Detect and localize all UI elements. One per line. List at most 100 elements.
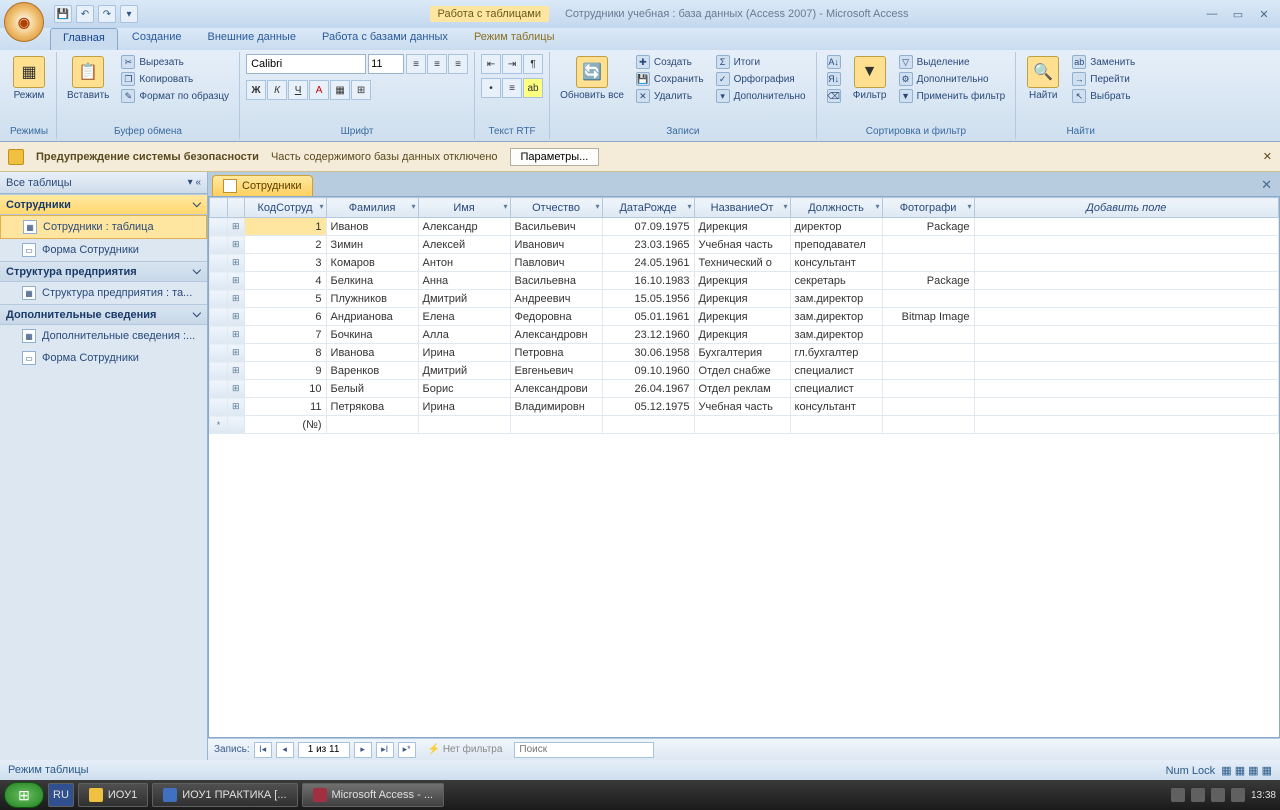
cell-empty[interactable] — [974, 380, 1278, 398]
table-row[interactable]: ⊞1ИвановАлександрВасильевич07.09.1975Дир… — [210, 218, 1279, 236]
expand-button[interactable]: ⊞ — [228, 236, 245, 254]
dropdown-icon[interactable]: ▾ — [688, 202, 692, 211]
cell-id[interactable]: 5 — [244, 290, 326, 308]
cell-birth[interactable]: 23.12.1960 — [602, 326, 694, 344]
ltr-button[interactable]: ¶ — [523, 54, 543, 74]
taskbar-item-word[interactable]: ИОУ1 ПРАКТИКА [... — [152, 783, 297, 807]
table-row[interactable]: ⊞9ВаренковДмитрийЕвгеньевич09.10.1960Отд… — [210, 362, 1279, 380]
cell-patronymic[interactable]: Александрови — [510, 380, 602, 398]
filter-button[interactable]: ▼ Фильтр — [849, 54, 891, 103]
cell-photo[interactable] — [882, 290, 974, 308]
cell-position[interactable]: специалист — [790, 380, 882, 398]
expand-button[interactable]: ⊞ — [228, 344, 245, 362]
cell-birth[interactable]: 26.04.1967 — [602, 380, 694, 398]
datasheet-grid[interactable]: КодСотруд▾ Фамилия▾ Имя▾ Отчество▾ ДатаР… — [208, 196, 1280, 738]
highlight-button[interactable]: ab — [523, 78, 543, 98]
new-row[interactable]: *(№) — [210, 416, 1279, 434]
save-record-button[interactable]: 💾Сохранить — [632, 71, 708, 87]
nav-item-employees-table[interactable]: ▦Сотрудники : таблица — [0, 215, 207, 239]
cell-position[interactable]: зам.директор — [790, 308, 882, 326]
sort-desc-button[interactable]: Я↓ — [823, 71, 845, 87]
record-position-input[interactable] — [298, 742, 350, 758]
cell-empty[interactable] — [974, 254, 1278, 272]
search-input[interactable] — [514, 742, 654, 758]
last-record-button[interactable]: ▸I — [376, 742, 394, 758]
cell-position[interactable]: зам.директор — [790, 326, 882, 344]
cell-dept[interactable]: Учебная часть — [694, 236, 790, 254]
col-surname[interactable]: Фамилия▾ — [326, 198, 418, 218]
cell-id[interactable]: 2 — [244, 236, 326, 254]
cell-empty[interactable] — [974, 272, 1278, 290]
cell-id[interactable]: 4 — [244, 272, 326, 290]
minimize-button[interactable]: — — [1200, 6, 1224, 22]
cell-patronymic[interactable]: Александровн — [510, 326, 602, 344]
copy-button[interactable]: ❐Копировать — [117, 71, 233, 87]
cell-name[interactable]: Дмитрий — [418, 362, 510, 380]
cell-dept[interactable]: Технический о — [694, 254, 790, 272]
align-left-button[interactable]: ≡ — [406, 54, 426, 74]
cell-dept[interactable]: Отдел реклам — [694, 380, 790, 398]
cell-photo[interactable] — [882, 398, 974, 416]
cell-patronymic[interactable]: Васильевна — [510, 272, 602, 290]
cell-birth[interactable]: 15.05.1956 — [602, 290, 694, 308]
cell-name[interactable]: Ирина — [418, 344, 510, 362]
qat-more-icon[interactable]: ▾ — [120, 5, 138, 23]
clock[interactable]: 13:38 — [1251, 790, 1276, 801]
table-row[interactable]: ⊞2ЗиминАлексейИванович23.03.1965Учебная … — [210, 236, 1279, 254]
cell-patronymic[interactable]: Евгеньевич — [510, 362, 602, 380]
taskbar-item-access[interactable]: Microsoft Access - ... — [302, 783, 444, 807]
view-button[interactable]: ▦ Режим — [8, 54, 50, 103]
expand-button[interactable]: ⊞ — [228, 272, 245, 290]
cell-position[interactable]: директор — [790, 218, 882, 236]
cell-photo[interactable]: Package — [882, 272, 974, 290]
table-row[interactable]: ⊞4БелкинаАннаВасильевна16.10.1983Дирекци… — [210, 272, 1279, 290]
cell-name[interactable]: Александр — [418, 218, 510, 236]
cell-birth[interactable]: 23.03.1965 — [602, 236, 694, 254]
object-tab-employees[interactable]: Сотрудники — [212, 175, 313, 196]
totals-button[interactable]: ΣИтоги — [712, 54, 810, 70]
cell-dept[interactable]: Дирекция — [694, 308, 790, 326]
tab-datasheet[interactable]: Режим таблицы — [462, 28, 567, 50]
expand-button[interactable]: ⊞ — [228, 290, 245, 308]
cell-surname[interactable]: Бочкина — [326, 326, 418, 344]
table-row[interactable]: ⊞11ПетряковаИринаВладимировн05.12.1975Уч… — [210, 398, 1279, 416]
cell-position[interactable]: консультант — [790, 398, 882, 416]
tab-home[interactable]: Главная — [50, 28, 118, 50]
cell-name[interactable]: Ирина — [418, 398, 510, 416]
cell-patronymic[interactable]: Владимировн — [510, 398, 602, 416]
cell-position[interactable]: преподавател — [790, 236, 882, 254]
maximize-button[interactable]: ▭ — [1226, 6, 1250, 22]
cell-patronymic[interactable]: Павлович — [510, 254, 602, 272]
qat-undo-icon[interactable]: ↶ — [76, 5, 94, 23]
cell-position[interactable]: зам.директор — [790, 290, 882, 308]
cell-name[interactable]: Анна — [418, 272, 510, 290]
prev-record-button[interactable]: ◂ — [276, 742, 294, 758]
table-row[interactable]: ⊞5ПлужниковДмитрийАндреевич15.05.1956Дир… — [210, 290, 1279, 308]
col-add-field[interactable]: Добавить поле — [974, 198, 1278, 218]
select-all-header[interactable] — [210, 198, 228, 218]
cell-dept[interactable]: Бухгалтерия — [694, 344, 790, 362]
cell-name[interactable]: Алексей — [418, 236, 510, 254]
table-row[interactable]: ⊞8ИвановаИринаПетровна30.06.1958Бухгалте… — [210, 344, 1279, 362]
font-size-combo[interactable] — [368, 54, 404, 74]
col-id[interactable]: КодСотруд▾ — [244, 198, 326, 218]
cell-patronymic[interactable]: Иванович — [510, 236, 602, 254]
cell-empty[interactable] — [974, 326, 1278, 344]
nav-item-structure-table[interactable]: ▦Структура предприятия : та... — [0, 282, 207, 304]
expand-button[interactable]: ⊞ — [228, 362, 245, 380]
first-record-button[interactable]: I◂ — [254, 742, 272, 758]
toggle-filter-button[interactable]: ▼Применить фильтр — [895, 88, 1010, 104]
expand-button[interactable]: ⊞ — [228, 380, 245, 398]
cell-photo[interactable]: Bitmap Image — [882, 308, 974, 326]
row-selector[interactable] — [210, 290, 228, 308]
row-selector[interactable] — [210, 272, 228, 290]
nav-group-employees[interactable]: Сотрудники⌵ — [0, 194, 207, 215]
paste-button[interactable]: 📋 Вставить — [63, 54, 113, 103]
cell-surname[interactable]: Иванов — [326, 218, 418, 236]
gridlines-button[interactable]: ⊞ — [351, 80, 371, 100]
cell-surname[interactable]: Плужников — [326, 290, 418, 308]
security-close-icon[interactable]: ✕ — [1263, 150, 1272, 163]
cell-id[interactable]: 10 — [244, 380, 326, 398]
expand-button[interactable]: ⊞ — [228, 326, 245, 344]
cell-photo[interactable]: Package — [882, 218, 974, 236]
